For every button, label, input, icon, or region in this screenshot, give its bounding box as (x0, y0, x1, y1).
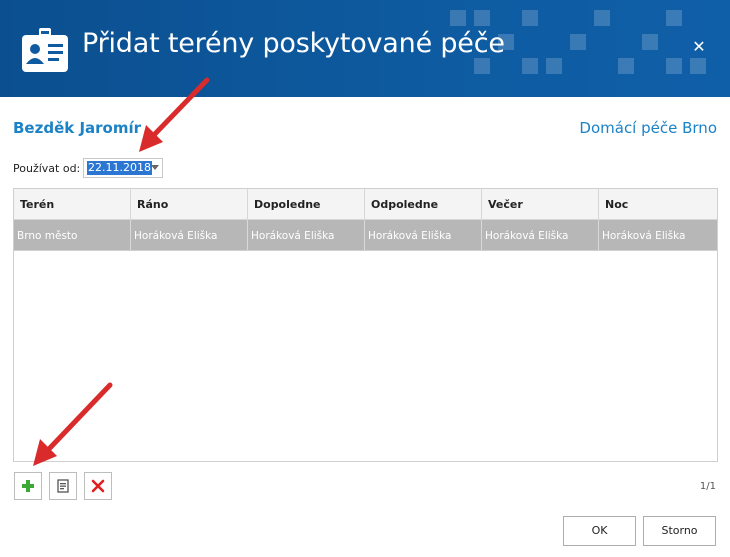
delete-x-icon (91, 479, 105, 493)
patient-name: Bezděk Jaromír (13, 119, 142, 137)
close-button[interactable]: ✕ (690, 38, 708, 56)
column-header-vecer[interactable]: Večer (482, 189, 599, 219)
page-indicator: 1/1 (699, 481, 716, 492)
ok-button[interactable]: OK (563, 516, 636, 546)
table-cell[interactable]: Horáková Eliška (365, 220, 482, 250)
table-row[interactable]: Brno město Horáková Eliška Horáková Eliš… (14, 220, 717, 251)
chevron-down-icon[interactable] (151, 165, 159, 170)
add-row-button[interactable] (14, 472, 42, 500)
column-header-dopoledne[interactable]: Dopoledne (248, 189, 365, 219)
table-cell[interactable]: Brno město (14, 220, 131, 250)
date-value[interactable]: 22.11.2018 (87, 161, 152, 175)
cancel-button[interactable]: Storno (643, 516, 716, 546)
plus-icon (22, 480, 34, 492)
delete-row-button[interactable] (84, 472, 112, 500)
column-header-odpoledne[interactable]: Odpoledne (365, 189, 482, 219)
date-field-label: Používat od: (13, 162, 81, 175)
column-header-noc[interactable]: Noc (599, 189, 717, 219)
id-card-icon (22, 28, 68, 72)
table-cell[interactable]: Horáková Eliška (248, 220, 365, 250)
dialog-title: Přidat terény poskytované péče (82, 28, 505, 59)
valid-from-date-picker[interactable]: 22.11.2018 (83, 158, 163, 178)
table-cell[interactable]: Horáková Eliška (599, 220, 717, 250)
column-header-rano[interactable]: Ráno (131, 189, 248, 219)
dialog-header: Přidat terény poskytované péče ✕ (0, 0, 730, 97)
column-header-teren[interactable]: Terén (14, 189, 131, 219)
grid-header-row: Terén Ráno Dopoledne Odpoledne Večer Noc (14, 189, 717, 220)
table-cell[interactable]: Horáková Eliška (131, 220, 248, 250)
edit-document-icon (57, 479, 69, 493)
field-assignment-grid: Terén Ráno Dopoledne Odpoledne Večer Noc… (13, 188, 718, 462)
edit-row-button[interactable] (49, 472, 77, 500)
table-cell[interactable]: Horáková Eliška (482, 220, 599, 250)
agency-name[interactable]: Domácí péče Brno (579, 119, 717, 137)
